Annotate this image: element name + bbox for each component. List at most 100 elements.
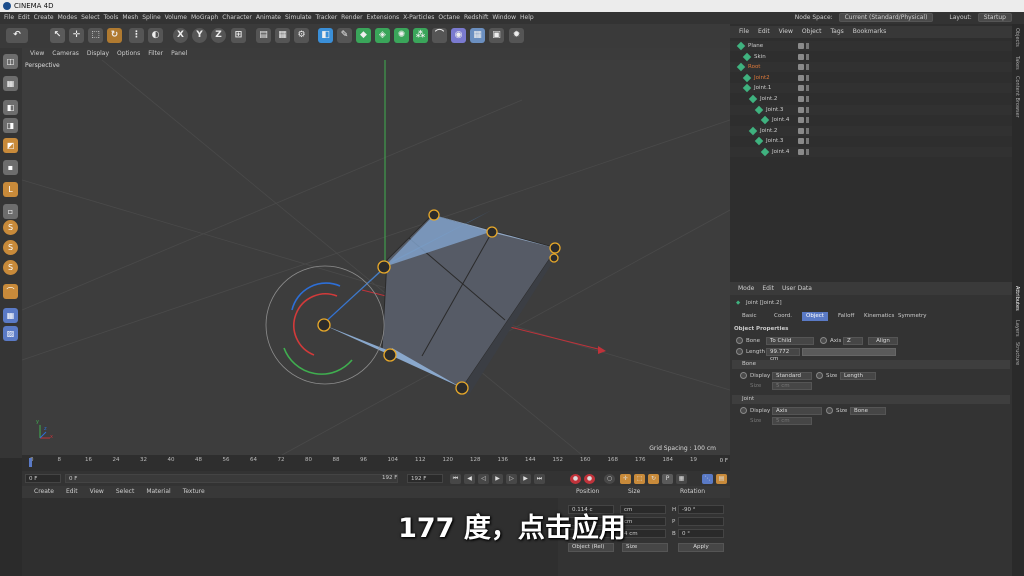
menu-select[interactable]: Select [81, 14, 100, 21]
tab-objects[interactable]: Objects [1014, 28, 1020, 47]
key-position-icon[interactable]: ✛ [620, 474, 631, 484]
render-dots-icon[interactable] [806, 64, 809, 71]
menu-x-particles[interactable]: X-Particles [403, 14, 434, 21]
cloner-icon[interactable]: ✺ [394, 28, 409, 43]
length-field[interactable]: 99.772 cm [766, 348, 800, 362]
visibility-check-icon[interactable] [798, 138, 804, 145]
menu-help[interactable]: Help [520, 14, 534, 21]
object-menu-bookmarks[interactable]: Bookmarks [853, 28, 887, 35]
visibility-check-icon[interactable] [798, 74, 804, 81]
autokey-icon[interactable]: ● [584, 474, 595, 484]
viewport-menu-panel[interactable]: Panel [171, 50, 187, 57]
snap-icon[interactable]: S [3, 220, 18, 235]
material-menu-create[interactable]: Create [34, 488, 54, 495]
visibility-check-icon[interactable] [798, 106, 804, 113]
tab-layers[interactable]: Layers [1014, 320, 1020, 337]
render-dots-icon[interactable] [806, 117, 809, 124]
render-dots-icon[interactable] [806, 74, 809, 81]
menu-octane[interactable]: Octane [438, 14, 460, 21]
object-menu-object[interactable]: Object [802, 28, 822, 35]
material-menu-select[interactable]: Select [116, 488, 135, 495]
material-menu-material[interactable]: Material [146, 488, 170, 495]
deformer-icon[interactable]: ⁂ [413, 28, 428, 43]
viewport-menu-display[interactable]: Display [87, 50, 109, 57]
menu-mograph[interactable]: MoGraph [191, 14, 218, 21]
visibility-check-icon[interactable] [798, 149, 804, 155]
tab-structure[interactable]: Structure [1014, 342, 1020, 365]
coordinate-system-icon[interactable]: ⊞ [231, 28, 246, 43]
joint-size-radio[interactable] [826, 407, 833, 414]
menu-spline[interactable]: Spline [142, 14, 160, 21]
axis-animate-radio[interactable] [820, 337, 827, 344]
menu-file[interactable]: File [4, 14, 14, 21]
menu-render[interactable]: Render [341, 14, 362, 21]
attr-tab-symmetry[interactable]: Symmetry [894, 312, 931, 321]
goto-start-icon[interactable]: ⏮ [450, 474, 461, 484]
viewport-menu-cameras[interactable]: Cameras [52, 50, 79, 57]
bone-size-radio[interactable] [816, 372, 823, 379]
render-dots-icon[interactable] [806, 149, 809, 155]
recent-tool-icon[interactable]: ⋮ [129, 28, 144, 43]
joint-display-dropdown[interactable]: Axis [772, 407, 822, 415]
menu-extensions[interactable]: Extensions [367, 14, 400, 21]
fcurve-icon[interactable]: ▤ [716, 474, 727, 484]
move-tool-icon[interactable]: ✛ [69, 28, 84, 43]
render-dots-icon[interactable] [806, 43, 809, 49]
record-icon[interactable]: ● [570, 474, 581, 484]
camera-icon[interactable]: ▣ [489, 28, 504, 43]
pen-spline-icon[interactable]: ✎ [337, 28, 352, 43]
object-row[interactable]: Joint.1 [730, 83, 1012, 94]
render-dots-icon[interactable] [806, 106, 809, 113]
play-icon[interactable]: ▶ [492, 474, 503, 484]
axis-dropdown[interactable]: Z [843, 337, 863, 345]
object-row[interactable]: Joint.4 [730, 147, 1012, 157]
layout-dropdown[interactable]: Startup [977, 13, 1012, 22]
menu-animate[interactable]: Animate [256, 14, 281, 21]
length-slider[interactable] [802, 348, 896, 356]
model-mode-icon[interactable]: ◧ [3, 100, 18, 115]
visibility-check-icon[interactable] [798, 127, 804, 134]
timeline-ruler[interactable]: 0816243240485664728088961041121201281361… [22, 455, 730, 471]
timeline-icon[interactable]: ⋱ [702, 474, 713, 484]
object-row[interactable]: Skin [730, 52, 1012, 62]
menu-modes[interactable]: Modes [58, 14, 77, 21]
tab-content-browser[interactable]: Content Browser [1014, 76, 1020, 118]
attr-tab-kinematics[interactable]: Kinematics [860, 312, 898, 321]
render-dots-icon[interactable] [806, 85, 809, 92]
visibility-check-icon[interactable] [798, 117, 804, 124]
menu-mesh[interactable]: Mesh [122, 14, 138, 21]
menu-edit[interactable]: Edit [18, 14, 30, 21]
bone-display-radio[interactable] [740, 372, 747, 379]
object-menu-edit[interactable]: Edit [758, 28, 770, 35]
bone-display-dropdown[interactable]: Standard [772, 372, 812, 380]
bone-group-header[interactable]: Bone [732, 360, 1010, 369]
object-row[interactable]: Joint.3 [730, 136, 1012, 146]
end-frame-field[interactable]: 192 F [407, 474, 443, 483]
axis-z-button[interactable]: Z [211, 28, 226, 43]
axis-y-button[interactable]: Y [192, 28, 207, 43]
tab-takes[interactable]: Takes [1014, 56, 1020, 70]
prev-frame-icon[interactable]: ◁ [478, 474, 489, 484]
key-pla-icon[interactable]: ▦ [676, 474, 687, 484]
menu-tools[interactable]: Tools [104, 14, 119, 21]
playhead[interactable] [29, 458, 32, 467]
snap-settings-icon[interactable]: S [3, 240, 18, 255]
object-row[interactable]: Joint.4 [730, 115, 1012, 125]
magnet-icon[interactable]: ⌒ [3, 284, 18, 299]
menu-window[interactable]: Window [492, 14, 516, 21]
bone-dropdown[interactable]: To Child [766, 337, 814, 345]
object-row[interactable]: Joint.2 [730, 94, 1012, 104]
lock-workplane-icon[interactable]: ▨ [3, 326, 18, 341]
subdivision-icon[interactable]: ◆ [356, 28, 371, 43]
bone-animate-radio[interactable] [736, 337, 743, 344]
joint-display-radio[interactable] [740, 407, 747, 414]
object-row[interactable]: Joint.3 [730, 104, 1012, 115]
attr-menu-edit[interactable]: Edit [762, 285, 774, 292]
render-settings-icon[interactable]: ⚙ [294, 28, 309, 43]
object-menu-file[interactable]: File [739, 28, 749, 35]
attr-tab-basic[interactable]: Basic [738, 312, 761, 321]
viewport-perspective[interactable]: Perspective y x z Grid Spacing : 100 cm [22, 60, 730, 455]
rotate-mode-icon[interactable]: ◐ [148, 28, 163, 43]
bend-icon[interactable]: ⌒ [432, 28, 447, 43]
render-dots-icon[interactable] [806, 53, 809, 60]
